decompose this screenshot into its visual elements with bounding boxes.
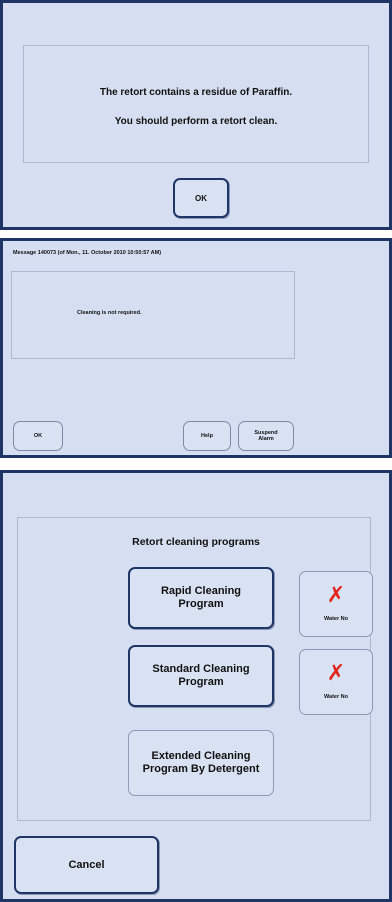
rapid-cleaning-label: Rapid Cleaning Program	[160, 585, 242, 610]
rapid-cleaning-button[interactable]: Rapid Cleaning Program	[128, 567, 274, 629]
cleaning-message-dialog: Message 140073 (of Mon., 11. October 201…	[0, 238, 392, 458]
retort-cleaning-dialog: Retort cleaning programs Rapid Cleaning …	[0, 470, 392, 902]
help-button-label: Help	[201, 432, 213, 439]
water-status-label: Water No	[324, 694, 348, 700]
ok-button[interactable]: OK	[13, 421, 63, 451]
paraffin-residue-dialog: The retort contains a residue of Paraffi…	[0, 0, 392, 230]
cancel-button-label: Cancel	[68, 859, 105, 871]
message-text: Cleaning is not required.	[77, 310, 142, 316]
standard-cleaning-label: Standard Cleaning Program	[152, 663, 250, 688]
ok-button[interactable]: OK	[173, 178, 229, 218]
message-frame	[11, 271, 295, 359]
water-status-standard: ✗ Water No	[299, 649, 373, 715]
suspend-alarm-label: Suspend Alarm	[254, 429, 278, 442]
standard-cleaning-button[interactable]: Standard Cleaning Program	[128, 645, 274, 707]
message-header: Message 140073 (of Mon., 11. October 201…	[13, 250, 162, 256]
help-button[interactable]: Help	[183, 421, 231, 451]
water-status-rapid: ✗ Water No	[299, 571, 373, 637]
message-line-1: The retort contains a residue of Paraffi…	[99, 87, 293, 98]
ok-button-label: OK	[195, 193, 207, 203]
dialog-title: Retort cleaning programs	[132, 536, 260, 548]
suspend-alarm-button[interactable]: Suspend Alarm	[238, 421, 294, 451]
water-status-label: Water No	[324, 616, 348, 622]
cancel-button[interactable]: Cancel	[14, 836, 159, 894]
x-mark-icon: ✗	[326, 582, 346, 607]
extended-cleaning-label: Extended Cleaning Program By Detergent	[142, 750, 260, 775]
x-mark-icon: ✗	[326, 660, 346, 685]
extended-cleaning-button[interactable]: Extended Cleaning Program By Detergent	[128, 730, 274, 796]
message-frame	[23, 45, 369, 163]
ok-button-label: OK	[33, 432, 43, 439]
message-line-2: You should perform a retort clean.	[114, 116, 278, 127]
